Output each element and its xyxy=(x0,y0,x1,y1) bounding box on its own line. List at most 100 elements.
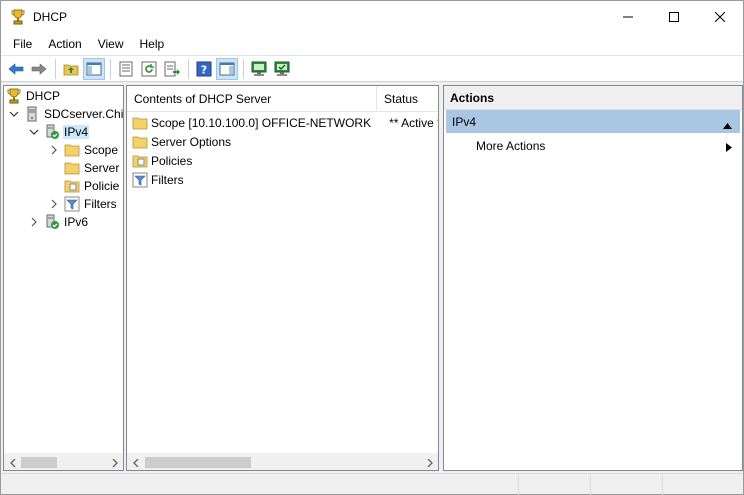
tree-item-ipv6[interactable]: IPv6 xyxy=(28,213,89,231)
maximize-button[interactable] xyxy=(651,1,697,33)
toolbar: ? xyxy=(1,55,743,82)
console-tree-pane: DHCP SDCserver.Chi IPv4 Scope Server Pol… xyxy=(3,85,124,471)
scrollbar-thumb[interactable] xyxy=(21,457,57,468)
results-pane: Contents of DHCP Server Status Scope [10… xyxy=(126,85,439,471)
tree-item-filters[interactable]: Filters xyxy=(48,195,118,213)
tree-item-dhcp[interactable]: DHCP xyxy=(6,87,61,105)
dhcp-trophy-icon xyxy=(10,9,26,25)
tree-item-label: IPv4 xyxy=(63,125,90,139)
expand-chevron-icon[interactable] xyxy=(28,216,40,228)
tree-horizontal-scrollbar[interactable] xyxy=(4,453,123,470)
scroll-left-icon[interactable] xyxy=(4,454,21,471)
list-item-name: Policies xyxy=(151,153,193,168)
tree-item-label: DHCP xyxy=(26,89,61,103)
column-header-contents[interactable]: Contents of DHCP Server xyxy=(127,86,377,112)
authorize-server-button[interactable] xyxy=(271,58,293,80)
dhcp-trophy-icon xyxy=(6,88,22,104)
minimize-icon xyxy=(623,16,633,18)
display-statistics-button[interactable] xyxy=(248,58,270,80)
dhcp-window: DHCP File Action View Help ? DHCP SDCser… xyxy=(0,0,744,495)
actions-group-ipv4[interactable]: IPv4 xyxy=(446,110,740,133)
window-title: DHCP xyxy=(33,10,68,24)
show-hide-action-pane-button[interactable] xyxy=(216,57,238,80)
collapse-chevron-icon[interactable] xyxy=(28,126,40,138)
list-item-status: ** Active * xyxy=(389,115,438,130)
export-list-button[interactable] xyxy=(161,58,183,80)
actions-pane: Actions IPv4 More Actions xyxy=(443,85,743,471)
collapse-triangle-icon[interactable] xyxy=(723,118,732,132)
list-header: Contents of DHCP Server Status xyxy=(127,86,438,112)
tree-item-label: Server xyxy=(84,161,120,175)
console-tree: DHCP SDCserver.Chi IPv4 Scope Server Pol… xyxy=(4,86,123,452)
more-actions-label: More Actions xyxy=(476,139,546,153)
show-hide-action-pane-icon xyxy=(219,62,235,75)
filter-icon xyxy=(132,172,148,188)
folder-icon xyxy=(132,134,148,150)
help-icon: ? xyxy=(196,61,212,76)
show-hide-console-tree-button[interactable] xyxy=(83,57,105,80)
collapse-chevron-icon[interactable] xyxy=(8,108,20,120)
expand-chevron-icon[interactable] xyxy=(48,144,60,156)
display-statistics-icon xyxy=(251,61,267,76)
up-one-level-button[interactable] xyxy=(60,58,82,80)
status-cell xyxy=(519,474,591,495)
close-button[interactable] xyxy=(697,1,743,33)
tree-item-label: Scope xyxy=(84,143,119,157)
menu-help[interactable]: Help xyxy=(132,34,173,54)
list-horizontal-scrollbar[interactable] xyxy=(127,453,438,470)
maximize-icon xyxy=(669,12,679,22)
scroll-left-icon[interactable] xyxy=(127,454,144,471)
up-folder-icon xyxy=(63,64,79,75)
properties-button[interactable] xyxy=(115,58,137,80)
tree-item-scope[interactable]: Scope xyxy=(48,141,119,159)
tree-item-ipv4[interactable]: IPv4 xyxy=(28,123,90,141)
title-bar: DHCP xyxy=(1,1,743,33)
tree-item-server-options[interactable]: Server xyxy=(64,159,120,177)
more-actions-item[interactable]: More Actions xyxy=(446,136,740,156)
tree-item-label: SDCserver.Chi xyxy=(44,107,123,121)
folder-policy-icon xyxy=(132,153,148,169)
folder-icon xyxy=(64,142,80,158)
list-item[interactable]: Filters xyxy=(127,170,438,189)
svg-text:?: ? xyxy=(201,63,207,76)
back-button[interactable] xyxy=(5,58,27,80)
tree-item-policies[interactable]: Policie xyxy=(64,177,120,195)
folder-icon xyxy=(64,160,80,176)
ipv4-green-check-icon xyxy=(44,124,60,140)
back-arrow-icon xyxy=(8,62,24,75)
ipv6-green-check-icon xyxy=(44,214,60,230)
column-header-status[interactable]: Status xyxy=(377,86,438,112)
forward-button[interactable] xyxy=(28,58,50,80)
status-cell xyxy=(1,474,519,495)
properties-icon xyxy=(119,61,133,76)
toolbar-separator xyxy=(188,58,189,79)
refresh-button[interactable] xyxy=(138,58,160,80)
list-item[interactable]: Scope [10.10.100.0] OFFICE-NETWORK ** Ac… xyxy=(127,113,438,132)
scroll-right-icon[interactable] xyxy=(421,454,438,471)
submenu-arrow-icon xyxy=(726,141,732,155)
menu-view[interactable]: View xyxy=(90,34,132,54)
list-item[interactable]: Server Options xyxy=(127,132,438,151)
folder-icon xyxy=(132,115,148,131)
list-body: Scope [10.10.100.0] OFFICE-NETWORK ** Ac… xyxy=(127,112,438,453)
expand-chevron-icon[interactable] xyxy=(48,198,60,210)
scroll-right-icon[interactable] xyxy=(106,454,123,471)
refresh-icon xyxy=(141,61,157,76)
menu-file[interactable]: File xyxy=(5,34,40,54)
menu-action[interactable]: Action xyxy=(40,34,89,54)
tree-item-server[interactable]: SDCserver.Chi xyxy=(8,105,123,123)
scrollbar-thumb[interactable] xyxy=(145,457,251,468)
list-item-name: Filters xyxy=(151,172,184,187)
close-icon xyxy=(715,12,725,22)
minimize-button[interactable] xyxy=(605,1,651,33)
list-item-name: Scope [10.10.100.0] OFFICE-NETWORK xyxy=(151,115,372,130)
list-item[interactable]: Policies xyxy=(127,151,438,170)
list-item-name: Server Options xyxy=(151,134,232,149)
forward-arrow-icon xyxy=(31,62,47,75)
actions-group-label: IPv4 xyxy=(452,114,477,129)
help-button[interactable]: ? xyxy=(193,58,215,80)
folder-policy-icon xyxy=(64,178,80,194)
menu-bar: File Action View Help xyxy=(1,33,743,55)
status-cell xyxy=(591,474,663,495)
window-controls xyxy=(605,1,743,33)
